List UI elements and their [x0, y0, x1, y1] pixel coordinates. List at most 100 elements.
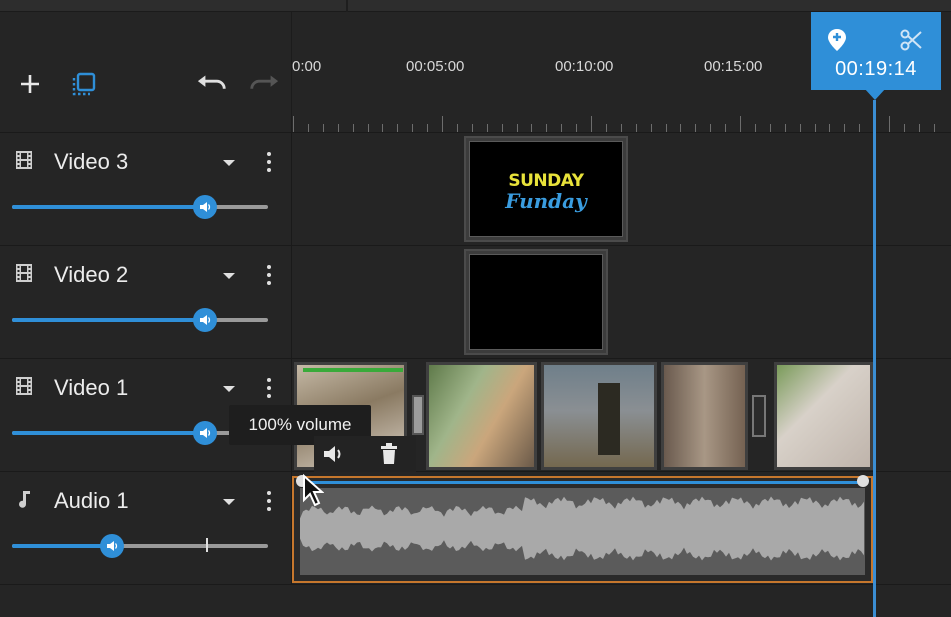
volume-slider[interactable] — [12, 195, 268, 219]
more-options-icon[interactable] — [262, 489, 276, 513]
track-header-audio-1: Audio 1 — [0, 471, 292, 584]
timeline-toolbar — [0, 12, 292, 132]
music-note-icon — [19, 491, 30, 508]
ruler-tick — [456, 124, 458, 132]
clip-trim-handle[interactable] — [412, 395, 424, 435]
title-card-line1: SUNDAY — [508, 171, 584, 191]
title-clip-frame: SUNDAY Funday — [469, 141, 623, 237]
ruler-tick — [605, 124, 607, 132]
ruler-tick — [844, 124, 846, 132]
ruler-tick — [322, 124, 324, 132]
more-options-icon[interactable] — [262, 376, 276, 400]
ruler-tick — [591, 116, 592, 132]
plus-icon[interactable] — [14, 68, 46, 100]
slider-fill — [12, 544, 112, 548]
mouse-cursor-icon — [303, 474, 324, 507]
video-thumbnail[interactable] — [426, 362, 537, 470]
timeline-empty-area — [0, 584, 951, 617]
chevron-down-icon[interactable] — [223, 160, 235, 166]
panel-divider — [346, 0, 348, 12]
default-volume-marker — [206, 538, 208, 552]
title-clip[interactable]: SUNDAY Funday — [464, 136, 628, 242]
more-options-icon[interactable] — [262, 150, 276, 174]
ruler-tick — [293, 116, 294, 132]
ruler-tick — [471, 124, 473, 132]
video-editor-timeline: 0:00 00:05:00 00:10:00 00:15:00 Video 3 … — [0, 0, 951, 617]
volume-knob[interactable] — [193, 308, 217, 332]
film-icon — [16, 151, 32, 169]
video-thumbnail[interactable] — [541, 362, 657, 470]
ruler-tick — [740, 116, 741, 132]
chevron-down-icon[interactable] — [223, 273, 235, 279]
speaker-icon — [200, 428, 211, 438]
slider-fill — [12, 318, 205, 322]
speaker-icon[interactable] — [322, 444, 346, 464]
speaker-icon — [200, 315, 211, 325]
ruler-tick — [903, 124, 905, 132]
title-card-line2: Funday — [505, 189, 587, 213]
ruler-tick — [859, 124, 861, 132]
redo-icon[interactable] — [248, 68, 280, 100]
clip-trim-handle[interactable] — [752, 395, 766, 437]
track-name: Video 3 — [54, 149, 129, 174]
ruler-tick — [799, 124, 801, 132]
ruler-tick — [680, 124, 682, 132]
ruler-label: 00:10:00 — [555, 58, 614, 75]
trash-icon[interactable] — [378, 442, 400, 466]
chevron-down-icon[interactable] — [223, 499, 235, 505]
video-thumbnail[interactable] — [661, 362, 748, 470]
volume-knob[interactable] — [193, 421, 217, 445]
playhead-time: 00:19:14 — [835, 58, 917, 80]
clip-progress-bar — [303, 368, 403, 372]
fade-out-handle[interactable] — [857, 475, 869, 487]
ruler-tick — [382, 124, 384, 132]
audio-waveform — [300, 496, 864, 561]
ruler-tick — [695, 124, 697, 132]
ruler-tick — [486, 124, 488, 132]
track-row-video-2 — [292, 245, 951, 358]
ruler-tick — [710, 124, 712, 132]
ruler-tick — [516, 124, 518, 132]
ruler-tick — [501, 124, 503, 132]
slider-fill — [12, 431, 205, 435]
playhead-line[interactable] — [873, 100, 876, 617]
black-clip[interactable] — [464, 249, 608, 355]
waveform-shape — [300, 496, 864, 561]
top-panel-border — [0, 0, 951, 12]
audio-volume-line[interactable] — [302, 481, 863, 484]
chevron-down-icon[interactable] — [223, 386, 235, 392]
slider-fill — [12, 205, 205, 209]
ruler-tick — [367, 124, 369, 132]
ruler-tick — [784, 124, 786, 132]
track-name: Video 2 — [54, 262, 129, 287]
ruler-tick — [635, 124, 637, 132]
bottle-shape — [598, 383, 620, 455]
playhead-marker[interactable]: 00:19:14 — [811, 12, 941, 90]
ruler-label: 00:05:00 — [406, 58, 465, 75]
more-options-icon[interactable] — [262, 263, 276, 287]
ruler-tick — [620, 124, 622, 132]
ruler-tick — [650, 124, 652, 132]
speaker-icon — [200, 202, 211, 212]
scissors-icon[interactable] — [899, 28, 923, 52]
film-icon — [16, 377, 32, 395]
ruler-label: 00:15:00 — [704, 58, 763, 75]
track-name: Video 1 — [54, 375, 129, 400]
ruler-tick — [337, 124, 339, 132]
ruler-tick — [933, 124, 935, 132]
volume-knob[interactable] — [100, 534, 124, 558]
ruler-tick — [412, 124, 414, 132]
ruler-tick — [889, 116, 890, 132]
audio-clip[interactable] — [292, 475, 873, 583]
select-box-icon[interactable] — [68, 68, 100, 100]
volume-knob[interactable] — [193, 195, 217, 219]
volume-slider[interactable] — [12, 308, 268, 332]
clip-actions — [314, 436, 416, 472]
add-marker-icon[interactable] — [827, 28, 847, 52]
ruler-tick — [397, 124, 399, 132]
ruler-tick — [829, 124, 831, 132]
video-thumbnail[interactable] — [774, 362, 873, 470]
volume-slider[interactable] — [12, 534, 268, 558]
undo-icon[interactable] — [196, 68, 228, 100]
ruler-tick — [814, 124, 816, 132]
